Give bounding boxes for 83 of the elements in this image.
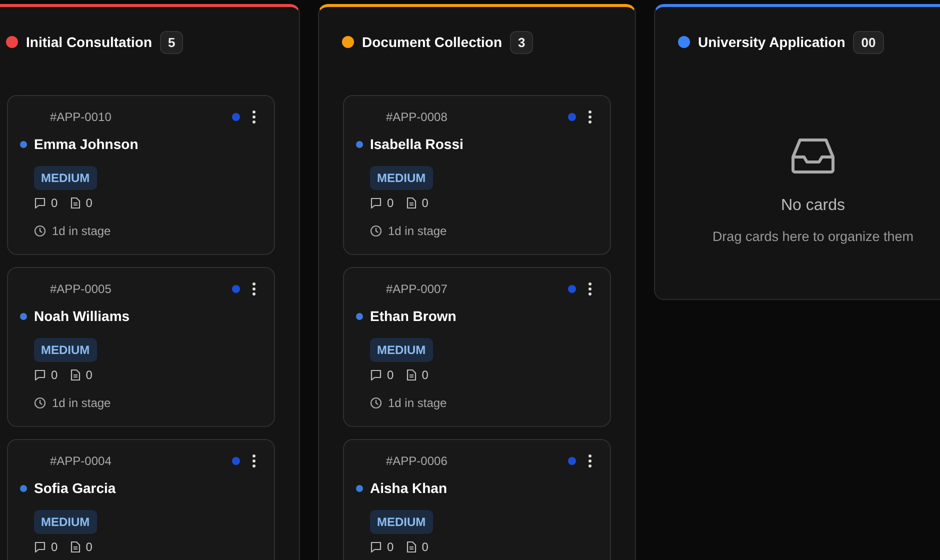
application-card[interactable]: #APP-0007 Ethan Brown MEDIUM 0 0 1d in stage [343,267,611,427]
applicant-name: Aisha Khan [370,480,448,496]
comment-icon [34,541,46,553]
indicator-dot [20,484,27,492]
card-id: #APP-0006 [386,454,448,468]
count-badge: 5 [160,30,184,54]
comment-count: 0 [51,540,58,554]
document-count: 0 [422,196,428,210]
application-card[interactable]: #APP-0005 Noah Williams MEDIUM 0 0 1d in stage [7,267,275,427]
document-icon [70,541,81,553]
more-icon[interactable] [252,110,256,124]
document-icon [406,197,417,209]
comment-icon [370,541,382,553]
indicator-dot [356,140,363,148]
clock-icon [34,225,46,237]
comment-count: 0 [387,196,394,210]
indicator-dot [232,113,240,121]
comment-count: 0 [387,368,394,382]
card-id: #APP-0004 [50,454,112,468]
more-icon[interactable] [588,454,592,468]
document-count: 0 [86,540,92,554]
clock-icon [34,397,46,409]
applicant-name: Emma Johnson [34,136,138,152]
document-icon [406,541,417,553]
stage-duration: 1d in stage [388,396,447,410]
count-badge: 00 [853,30,884,54]
card-id: #APP-0007 [386,282,448,296]
stage-duration: 1d in stage [52,396,111,410]
application-card[interactable]: #APP-0004 Sofia Garcia MEDIUM 0 0 [7,439,275,560]
card-id: #APP-0008 [386,110,448,124]
document-icon [406,369,417,381]
inbox-icon [790,137,836,175]
priority-badge: MEDIUM [370,338,433,362]
stage-duration: 1d in stage [388,224,447,238]
clock-icon [370,225,382,237]
indicator-dot [568,285,576,293]
document-count: 0 [422,540,428,554]
applicant-name: Sofia Garcia [34,480,116,496]
application-card[interactable]: #APP-0008 Isabella Rossi MEDIUM 0 0 1d in stage [343,95,611,255]
indicator-dot [568,457,576,465]
comment-icon [34,197,46,209]
indicator-dot [356,484,363,492]
empty-title: No cards [780,197,846,215]
document-icon [70,369,81,381]
applicant-name: Noah Williams [34,308,130,324]
comment-icon [370,369,382,381]
applicant-name: Isabella Rossi [370,136,464,152]
column-title: Initial Consultation [26,34,152,50]
column-title: Document Collection [362,34,502,50]
comment-count: 0 [387,540,394,554]
clock-icon [370,397,382,409]
more-icon[interactable] [252,454,256,468]
more-icon[interactable] [588,110,592,124]
indicator-dot [232,457,240,465]
more-icon[interactable] [588,282,592,296]
column-title: University Application [698,34,846,50]
comment-icon [34,369,46,381]
document-count: 0 [86,368,92,382]
comment-icon [370,197,382,209]
count-badge: 3 [510,30,534,54]
indicator-dot [232,285,240,293]
application-card[interactable]: #APP-0006 Aisha Khan MEDIUM 0 0 [343,439,611,560]
card-id: #APP-0005 [50,282,112,296]
priority-badge: MEDIUM [370,510,433,534]
indicator-dot [20,312,27,320]
document-icon [70,197,81,209]
empty-hint: Drag cards here to organize them [712,229,914,244]
application-card[interactable]: #APP-0010 Emma Johnson MEDIUM 0 0 1d in stage [7,95,275,255]
more-icon[interactable] [252,282,256,296]
document-count: 0 [422,368,428,382]
priority-badge: MEDIUM [34,166,97,190]
card-id: #APP-0010 [50,110,112,124]
comment-count: 0 [51,368,58,382]
stage-duration: 1d in stage [52,224,111,238]
document-count: 0 [86,196,92,210]
indicator-dot [568,113,576,121]
indicator-dot [356,312,363,320]
priority-badge: MEDIUM [370,166,433,190]
indicator-dot [20,140,27,148]
priority-badge: MEDIUM [34,510,97,534]
priority-badge: MEDIUM [34,338,97,362]
applicant-name: Ethan Brown [370,308,456,324]
comment-count: 0 [51,196,58,210]
